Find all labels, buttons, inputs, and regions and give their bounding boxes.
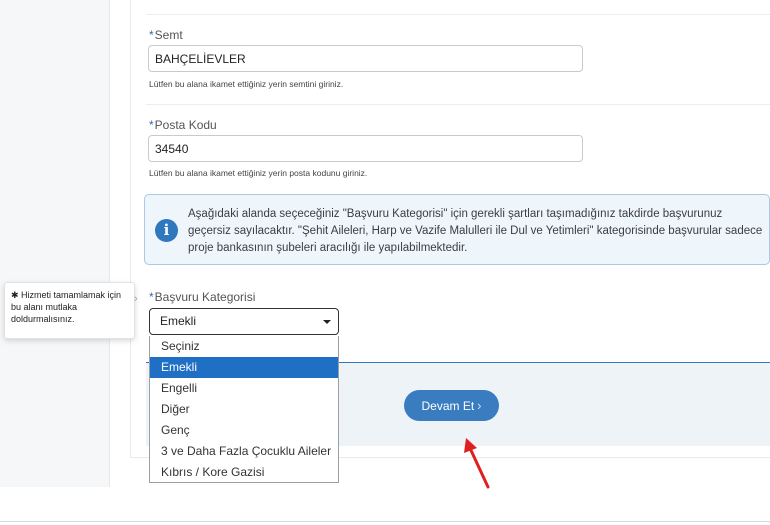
continue-button[interactable]: Devam Et ›	[404, 390, 499, 421]
chevron-right-icon: ›	[477, 398, 482, 413]
kategori-select[interactable]: Emekli	[149, 308, 339, 335]
tooltip-pointer-icon: ›	[134, 293, 138, 305]
dropdown-option[interactable]: Diğer	[150, 399, 338, 420]
info-icon: i	[155, 219, 178, 242]
semt-label-text: Semt	[154, 28, 183, 42]
caret-down-icon	[323, 320, 331, 324]
section-divider	[146, 14, 770, 15]
dropdown-option-selected[interactable]: Emekli	[150, 357, 338, 378]
posta-kodu-help-text: Lütfen bu alana ikamet ettiğiniz yerin p…	[149, 168, 368, 178]
section-divider	[146, 104, 770, 105]
info-alert: i Aşağıdaki alanda seçeceğiniz "Başvuru …	[144, 194, 770, 265]
posta-kodu-label: *Posta Kodu	[149, 118, 217, 132]
kategori-dropdown-list: Seçiniz Emekli Engelli Diğer Genç 3 ve D…	[149, 336, 339, 483]
required-marker: *	[149, 290, 154, 304]
dropdown-option[interactable]: Seçiniz	[150, 336, 338, 357]
required-field-tooltip: ✱ Hizmeti tamamlamak için bu alanı mutla…	[4, 282, 135, 339]
required-marker: *	[149, 118, 154, 132]
kategori-label-text: Başvuru Kategorisi	[154, 290, 256, 304]
kategori-selected-value: Emekli	[160, 314, 197, 328]
required-marker: *	[149, 28, 154, 42]
dropdown-option[interactable]: Kıbrıs / Kore Gazisi	[150, 462, 338, 482]
semt-input[interactable]	[148, 45, 583, 72]
dropdown-option[interactable]: Engelli	[150, 378, 338, 399]
kategori-label: *Başvuru Kategorisi	[149, 290, 255, 304]
red-annotation-arrow-icon	[464, 438, 490, 489]
dropdown-option[interactable]: Genç	[150, 420, 338, 441]
left-sidebar-gutter	[0, 0, 110, 487]
continue-button-label: Devam Et	[421, 399, 475, 413]
semt-label: *Semt	[149, 28, 183, 42]
dropdown-option[interactable]: 3 ve Daha Fazla Çocuklu Aileler	[150, 441, 338, 462]
info-alert-text: Aşağıdaki alanda seçeceğiniz "Başvuru Ka…	[188, 208, 763, 254]
posta-kodu-label-text: Posta Kodu	[154, 118, 217, 132]
page-bottom-divider	[0, 521, 770, 522]
posta-kodu-input[interactable]	[148, 135, 583, 162]
semt-help-text: Lütfen bu alana ikamet ettiğiniz yerin s…	[149, 79, 344, 89]
